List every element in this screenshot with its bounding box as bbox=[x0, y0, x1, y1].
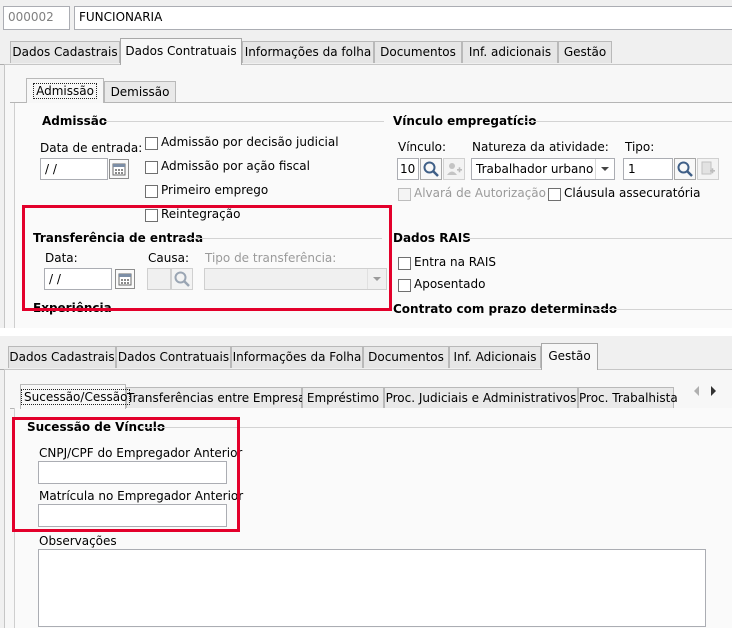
chevron-down-icon bbox=[595, 159, 614, 179]
tab2-gestao[interactable]: Gestão bbox=[541, 343, 598, 370]
tab2-documentos[interactable]: Documentos bbox=[363, 346, 449, 368]
contract-panel: 000002 FUNCIONARIA Dados Cadastrais Dado… bbox=[0, 0, 732, 330]
data-entrada-calendar-button[interactable] bbox=[109, 159, 129, 179]
primeiro-emprego-checkbox[interactable] bbox=[145, 185, 158, 198]
contrato-divider bbox=[590, 309, 732, 310]
data-entrada-label: Data de entrada: bbox=[40, 141, 143, 155]
aposentado-label: Aposentado bbox=[414, 277, 486, 291]
calendar-icon bbox=[112, 163, 126, 176]
primeiro-emprego-label: Primeiro emprego bbox=[161, 183, 269, 197]
vinculo-search-button[interactable] bbox=[420, 158, 442, 180]
data-entrada-input[interactable]: / / bbox=[40, 158, 108, 180]
tab2-informacoes-folha[interactable]: Informações da Folha bbox=[231, 346, 363, 368]
admissao-judicial-label: Admissão por decisão judicial bbox=[161, 135, 339, 149]
vinculo-input[interactable]: 10 bbox=[397, 158, 419, 180]
add-document-icon bbox=[701, 161, 715, 175]
vinculo-section-title: Vínculo empregatício bbox=[393, 114, 537, 128]
subtab-proc-trabalhista[interactable]: Proc. Trabalhista bbox=[578, 387, 678, 408]
screenshot-separator bbox=[0, 328, 732, 336]
vinculo-label: Vínculo: bbox=[398, 140, 447, 154]
admissao-fiscal-label: Admissão por ação fiscal bbox=[161, 159, 310, 173]
tipo-input[interactable]: 1 bbox=[623, 158, 673, 180]
scroll-right-icon[interactable] bbox=[706, 382, 720, 400]
tab-documentos[interactable]: Documentos bbox=[374, 41, 462, 63]
employee-code-field[interactable]: 000002 bbox=[3, 6, 70, 30]
admissao-divider bbox=[104, 121, 384, 122]
subtab-proc-judiciais[interactable]: Proc. Judiciais e Administrativos bbox=[384, 387, 578, 408]
tipo-label: Tipo: bbox=[625, 140, 655, 154]
employee-name-field[interactable]: FUNCIONARIA bbox=[74, 6, 732, 30]
tab-gestao[interactable]: Gestão bbox=[558, 41, 612, 63]
vinculo-divider bbox=[520, 121, 732, 122]
rais-divider bbox=[466, 238, 732, 239]
admissao-fiscal-checkbox[interactable] bbox=[145, 161, 158, 174]
sub-tabbar-2: Sucessão/Cessão Transferências entre Emp… bbox=[10, 384, 722, 409]
admissao-judicial-checkbox[interactable] bbox=[145, 137, 158, 150]
tab2-inf-adicionais[interactable]: Inf. Adicionais bbox=[449, 346, 541, 368]
observacoes-label: Observações bbox=[39, 534, 117, 548]
tab2-dados-contratuais[interactable]: Dados Contratuais bbox=[116, 346, 231, 368]
tab-inf-adicionais[interactable]: Inf. adicionais bbox=[462, 41, 558, 63]
observacoes-textarea[interactable] bbox=[38, 549, 706, 627]
search-icon bbox=[423, 161, 439, 177]
clausula-label: Cláusula assecuratória bbox=[564, 186, 701, 200]
main-tabbar: Dados Cadastrais Dados Contratuais Infor… bbox=[0, 38, 732, 65]
admissao-section-title: Admissão bbox=[42, 114, 108, 128]
add-user-icon bbox=[447, 163, 462, 175]
gestao-panel: Dados Cadastrais Dados Contratuais Infor… bbox=[0, 336, 732, 628]
entra-rais-checkbox[interactable] bbox=[398, 257, 411, 270]
alvara-checkbox[interactable] bbox=[398, 188, 411, 201]
tab-informacoes-folha[interactable]: Informações da folha bbox=[242, 41, 374, 63]
tipo-search-button[interactable] bbox=[674, 158, 696, 180]
rais-section-title: Dados RAIS bbox=[393, 231, 471, 245]
subtab-sucessao[interactable]: Sucessão/Cessão bbox=[20, 384, 131, 409]
subtab-demissao[interactable]: Demissão bbox=[104, 81, 176, 102]
tab-dados-contratuais[interactable]: Dados Contratuais bbox=[120, 38, 242, 65]
aposentado-checkbox[interactable] bbox=[398, 279, 411, 292]
subtab-transferencias[interactable]: Transferências entre Empresas bbox=[126, 387, 312, 408]
contrato-section-title: Contrato com prazo determinado bbox=[393, 302, 618, 316]
clausula-checkbox[interactable] bbox=[548, 188, 561, 201]
subtab-admissao[interactable]: Admissão bbox=[26, 78, 104, 103]
tab2-dados-cadastrais[interactable]: Dados Cadastrais bbox=[8, 346, 116, 368]
transferencia-highlight-box bbox=[22, 205, 392, 311]
sucessao-highlight-box bbox=[12, 417, 240, 532]
natureza-label: Natureza da atividade: bbox=[472, 140, 609, 154]
entra-rais-label: Entra na RAIS bbox=[414, 255, 496, 269]
sub-tabbar: Admissão Demissão bbox=[10, 78, 732, 103]
subtab-emprestimo[interactable]: Empréstimo bbox=[302, 387, 384, 408]
scroll-left-icon[interactable] bbox=[690, 382, 704, 400]
vinculo-add-user-button[interactable] bbox=[443, 158, 465, 180]
tipo-add-document-button[interactable] bbox=[697, 158, 719, 180]
search-icon bbox=[677, 161, 693, 177]
alvara-label: Alvará de Autorização bbox=[414, 186, 546, 200]
natureza-select[interactable]: Trabalhador urbano bbox=[471, 158, 615, 180]
main-tabbar-2: Dados Cadastrais Dados Contratuais Infor… bbox=[0, 343, 732, 370]
tab-dados-cadastrais[interactable]: Dados Cadastrais bbox=[10, 41, 120, 63]
